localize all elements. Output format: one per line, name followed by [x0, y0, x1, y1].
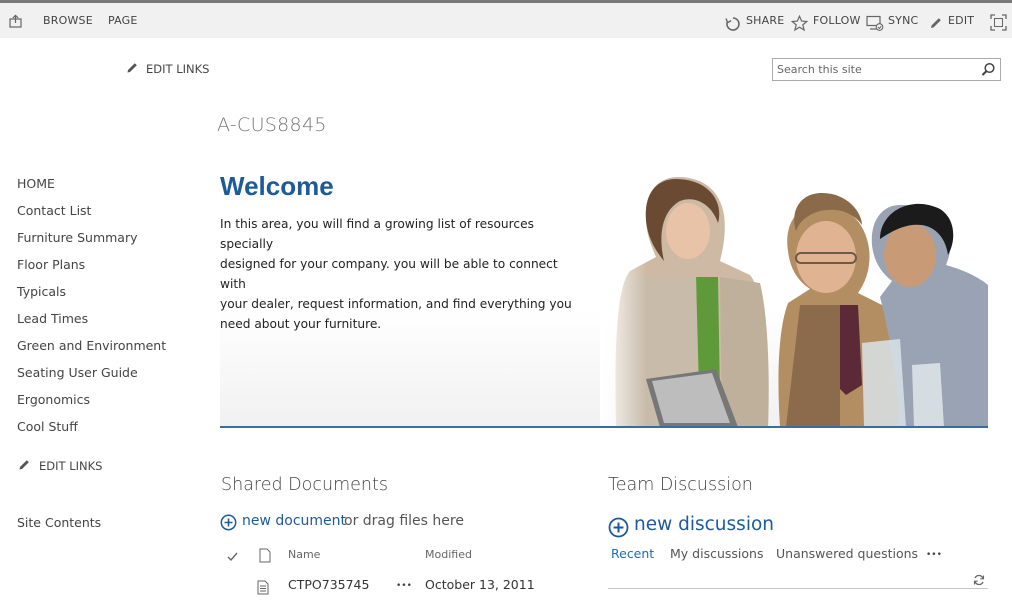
nav-item-green-and-environment[interactable]: Green and Environment — [17, 338, 166, 353]
document-name-link[interactable]: CTPO735745 — [288, 577, 369, 592]
site-contents-link[interactable]: Site Contents — [17, 515, 101, 530]
document-modified-date: October 13, 2011 — [425, 577, 535, 592]
welcome-text-line: your dealer, request information, and fi… — [220, 297, 572, 311]
banner-divider — [220, 426, 988, 428]
nav-item-cool-stuff[interactable]: Cool Stuff — [17, 419, 78, 434]
document-menu-button[interactable]: ••• — [396, 581, 412, 591]
new-document-link[interactable]: new document — [242, 513, 346, 529]
share-page-icon[interactable] — [9, 14, 23, 28]
tab-unanswered-questions[interactable]: Unanswered questions — [776, 546, 918, 561]
welcome-text: In this area, you will find a growing li… — [220, 214, 580, 334]
document-icon — [257, 580, 269, 595]
site-title[interactable]: A-CUS8845 — [217, 114, 327, 136]
business-people-photo — [600, 165, 988, 427]
nav-item-ergonomics[interactable]: Ergonomics — [17, 392, 90, 407]
tab-recent[interactable]: Recent — [611, 546, 654, 561]
welcome-text-line: need about your furniture. — [220, 317, 382, 331]
focus-on-content-icon[interactable] — [990, 14, 1007, 31]
plus-circle-icon[interactable] — [220, 514, 237, 531]
edit-links-label: EDIT LINKS — [146, 62, 210, 76]
nav-item-furniture-summary[interactable]: Furniture Summary — [17, 230, 138, 245]
nav-item-typicals[interactable]: Typicals — [17, 284, 66, 299]
tab-my-discussions[interactable]: My discussions — [670, 546, 763, 561]
nav-item-home[interactable]: HOME — [17, 176, 55, 191]
search-input[interactable] — [777, 61, 972, 78]
share-button[interactable]: SHARE — [746, 3, 784, 38]
shared-documents-title[interactable]: Shared Documents — [221, 475, 388, 495]
welcome-text-line: In this area, you will find a growing li… — [220, 217, 534, 251]
ribbon-bar: BROWSE PAGE SHARE FOLLOW SYNC EDIT — [0, 3, 1012, 38]
share-icon[interactable] — [725, 16, 741, 32]
pencil-icon — [19, 460, 29, 470]
checkmark-icon[interactable] — [227, 552, 238, 562]
more-tabs-button[interactable]: ••• — [926, 550, 942, 560]
pencil-icon — [127, 63, 137, 73]
pencil-icon[interactable] — [929, 16, 943, 30]
team-discussion-title[interactable]: Team Discussion — [608, 475, 753, 495]
tab-browse[interactable]: BROWSE — [43, 3, 93, 38]
edit-links-label: EDIT LINKS — [39, 459, 103, 473]
refresh-icon[interactable] — [973, 574, 985, 586]
column-header-modified[interactable]: Modified — [425, 548, 472, 561]
welcome-text-line: designed for your company. you will be a… — [220, 257, 558, 291]
tab-page[interactable]: PAGE — [108, 3, 138, 38]
search-icon[interactable] — [981, 62, 996, 77]
discussion-divider — [608, 588, 988, 589]
drag-files-text: or drag files here — [344, 513, 464, 529]
search-box[interactable] — [772, 58, 1001, 81]
nav-item-seating-user-guide[interactable]: Seating User Guide — [17, 365, 138, 380]
star-icon[interactable] — [791, 15, 808, 32]
edit-button[interactable]: EDIT — [948, 3, 974, 38]
nav-item-floor-plans[interactable]: Floor Plans — [17, 257, 85, 272]
nav-item-lead-times[interactable]: Lead Times — [17, 311, 88, 326]
column-header-name[interactable]: Name — [288, 548, 320, 561]
sync-icon[interactable] — [866, 15, 884, 32]
follow-button[interactable]: FOLLOW — [813, 3, 861, 38]
welcome-heading: Welcome — [220, 171, 334, 201]
nav-item-contact-list[interactable]: Contact List — [17, 203, 91, 218]
plus-circle-icon[interactable] — [608, 517, 629, 538]
document-type-icon — [259, 548, 271, 563]
sync-button[interactable]: SYNC — [888, 3, 918, 38]
new-discussion-link[interactable]: new discussion — [634, 514, 774, 535]
